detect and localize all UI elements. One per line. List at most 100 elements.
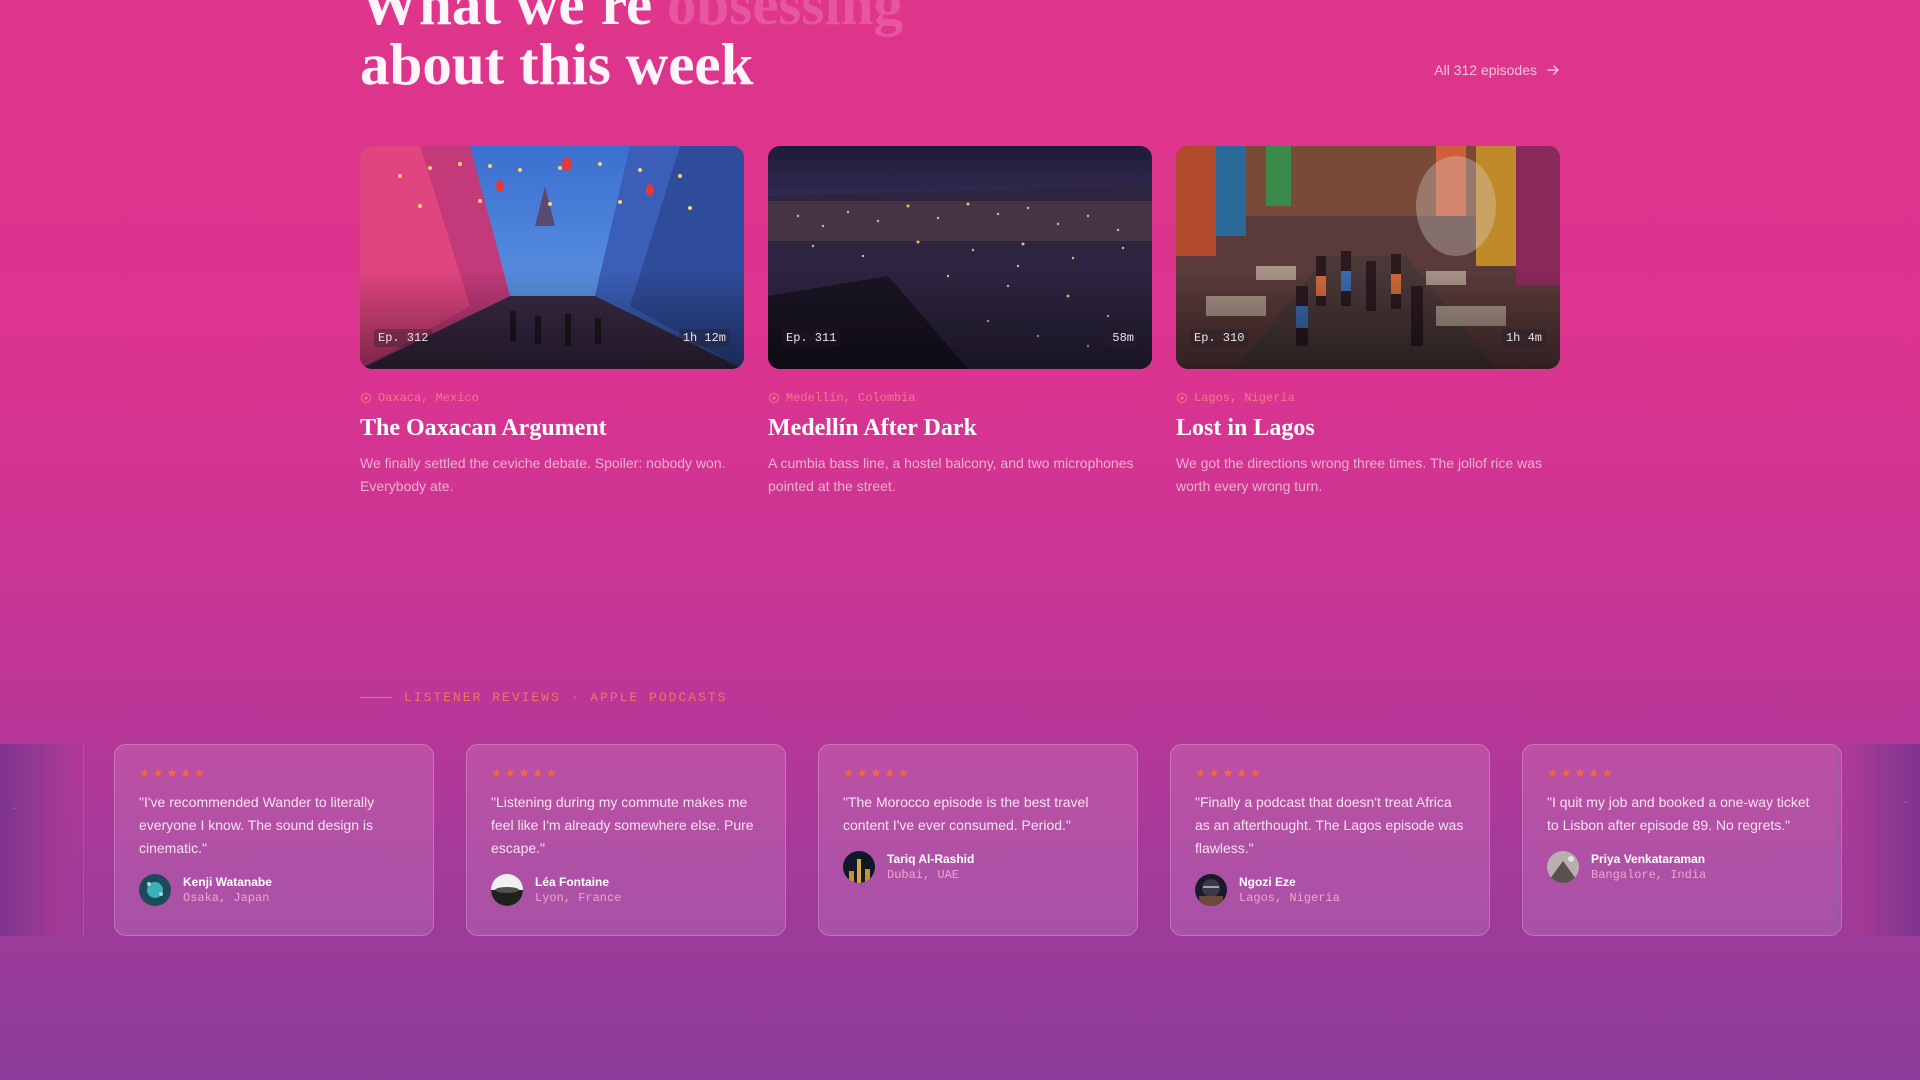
episode-location-text: Medellín, Colombia [786, 391, 916, 405]
review-quote: "Listening during my commute makes me fe… [491, 794, 754, 856]
reviews-label-text: LISTENER REVIEWS · APPLE PODCASTS [404, 690, 728, 705]
reviews-section-label: LISTENER REVIEWS · APPLE PODCASTS [360, 690, 727, 705]
star-icon: ★ [1602, 766, 1613, 780]
reviewer-name: Tariq Al-Rashid [887, 852, 975, 866]
reviews-carousel[interactable]: · ★ ★ ★ ★ ★ "I've recommended Wander to … [0, 744, 1920, 936]
star-icon: ★ [856, 766, 868, 780]
star-icon: ★ [1222, 766, 1234, 780]
review-quote: "Finally a podcast that doesn't treat Af… [1195, 794, 1464, 856]
star-icon: ★ [180, 766, 192, 780]
avatar [1547, 851, 1579, 883]
review-quote: "I quit my job and booked a one-way tick… [1547, 794, 1810, 833]
star-rating: ★ ★ ★ ★ ★ [139, 767, 409, 779]
star-icon: ★ [1195, 766, 1206, 780]
episode-duration: 1h 12m [678, 329, 730, 347]
star-icon: ★ [152, 766, 164, 780]
avatar [139, 874, 171, 906]
star-icon: ★ [843, 766, 854, 780]
heading-line-2: about this week [360, 31, 754, 97]
episode-location-text: Oaxaca, Mexico [378, 391, 479, 405]
reviewer: Kenji Watanabe Osaka, Japan [139, 874, 409, 906]
review-quote: "The Morocco episode is the best travel … [843, 794, 1089, 833]
star-icon: ★ [884, 766, 896, 780]
star-icon: ★ [139, 766, 150, 780]
reviewer-location: Bangalore, India [1591, 868, 1707, 882]
reviewer: Ngozi Eze Lagos, Nigeria [1195, 874, 1465, 906]
avatar [1195, 874, 1227, 906]
reviewer-location: Osaka, Japan [183, 891, 270, 905]
star-icon: ★ [870, 766, 882, 780]
episode-description: We got the directions wrong three times.… [1176, 455, 1542, 494]
star-icon: ★ [898, 766, 909, 780]
heading-accent-word: obsessing [666, 0, 904, 37]
episode-location: Medellín, Colombia [768, 391, 1152, 405]
all-episodes-label: All 312 episodes [1434, 62, 1537, 78]
reviewer: Priya Venkataraman Bangalore, India [1547, 851, 1817, 883]
episode-list: Ep. 312 1h 12m Oaxaca, Mexico The Oaxaca… [360, 146, 1560, 498]
review-card: ★ ★ ★ ★ ★ "Finally a podcast that doesn'… [1170, 744, 1490, 936]
star-rating: ★ ★ ★ ★ ★ [1547, 767, 1817, 779]
label-rule [360, 697, 392, 698]
star-icon: ★ [546, 766, 557, 780]
star-icon: ★ [491, 766, 502, 780]
episode-location-text: Lagos, Nigeria [1194, 391, 1295, 405]
all-episodes-link[interactable]: All 312 episodes [1434, 62, 1560, 78]
star-icon: ★ [166, 766, 178, 780]
avatar [491, 874, 523, 906]
episode-duration: 1h 4m [1501, 329, 1546, 347]
episode-description: A cumbia bass line, a hostel balcony, an… [768, 455, 1134, 494]
reviewer-location: Dubai, UAE [887, 868, 960, 882]
review-card: ★ ★ ★ ★ ★ "I quit my job and booked a on… [1522, 744, 1842, 936]
episode-title[interactable]: Medellín After Dark [768, 415, 1152, 442]
star-rating: ★ ★ ★ ★ ★ [491, 767, 761, 779]
star-rating: ★ ★ ★ ★ ★ [843, 767, 1113, 779]
avatar [843, 851, 875, 883]
episode-number: Ep. 310 [1190, 329, 1249, 347]
reviewer-name: Priya Venkataraman [1591, 852, 1706, 866]
star-icon: ★ [1560, 766, 1572, 780]
star-icon: ★ [1574, 766, 1586, 780]
episode-card[interactable]: Ep. 311 58m Medellín, Colombia Medellín … [768, 146, 1152, 498]
location-pin-icon [1176, 392, 1188, 404]
episode-number: Ep. 312 [374, 329, 433, 347]
review-card: ★ ★ ★ ★ ★ "I've recommended Wander to li… [114, 744, 434, 936]
carousel-fade-left: · [0, 744, 84, 936]
star-icon: ★ [1236, 766, 1248, 780]
reviewer-name: Léa Fontaine [535, 875, 610, 889]
review-card: ★ ★ ★ ★ ★ "The Morocco episode is the be… [818, 744, 1138, 936]
episode-duration: 58m [1108, 329, 1138, 347]
reviewer-name: Kenji Watanabe [183, 875, 272, 889]
episode-card[interactable]: Ep. 310 1h 4m Lagos, Nigeria Lost in Lag… [1176, 146, 1560, 498]
episode-title[interactable]: Lost in Lagos [1176, 415, 1560, 442]
reviewer: Tariq Al-Rashid Dubai, UAE [843, 851, 1113, 883]
section-heading: What we're obsessing about this week [360, 0, 903, 94]
star-icon: ★ [1588, 766, 1600, 780]
episode-thumbnail: Ep. 311 58m [768, 146, 1152, 369]
reviewer-location: Lagos, Nigeria [1239, 891, 1340, 905]
location-pin-icon [360, 392, 372, 404]
episode-thumbnail: Ep. 310 1h 4m [1176, 146, 1560, 369]
episode-card[interactable]: Ep. 312 1h 12m Oaxaca, Mexico The Oaxaca… [360, 146, 744, 498]
reviewer: Léa Fontaine Lyon, France [491, 874, 761, 906]
episode-description: We finally settled the ceviche debate. S… [360, 455, 726, 494]
ghost-glyph: · [1903, 794, 1908, 809]
episode-thumbnail: Ep. 312 1h 12m [360, 146, 744, 369]
star-icon: ★ [504, 766, 516, 780]
episode-location: Oaxaca, Mexico [360, 391, 744, 405]
episode-number: Ep. 311 [782, 329, 841, 347]
star-icon: ★ [1208, 766, 1220, 780]
carousel-fade-right: · [1836, 744, 1920, 936]
reviewer-name: Ngozi Eze [1239, 875, 1296, 889]
star-icon: ★ [518, 766, 530, 780]
episode-title[interactable]: The Oaxacan Argument [360, 415, 744, 442]
episode-location: Lagos, Nigeria [1176, 391, 1560, 405]
star-rating: ★ ★ ★ ★ ★ [1195, 767, 1465, 779]
star-icon: ★ [1250, 766, 1261, 780]
review-card: ★ ★ ★ ★ ★ "Listening during my commute m… [466, 744, 786, 936]
review-quote: "I've recommended Wander to literally ev… [139, 794, 375, 856]
location-pin-icon [768, 392, 780, 404]
star-icon: ★ [194, 766, 205, 780]
reviewer-location: Lyon, France [535, 891, 622, 905]
star-icon: ★ [532, 766, 544, 780]
ghost-glyph: · [12, 800, 17, 815]
